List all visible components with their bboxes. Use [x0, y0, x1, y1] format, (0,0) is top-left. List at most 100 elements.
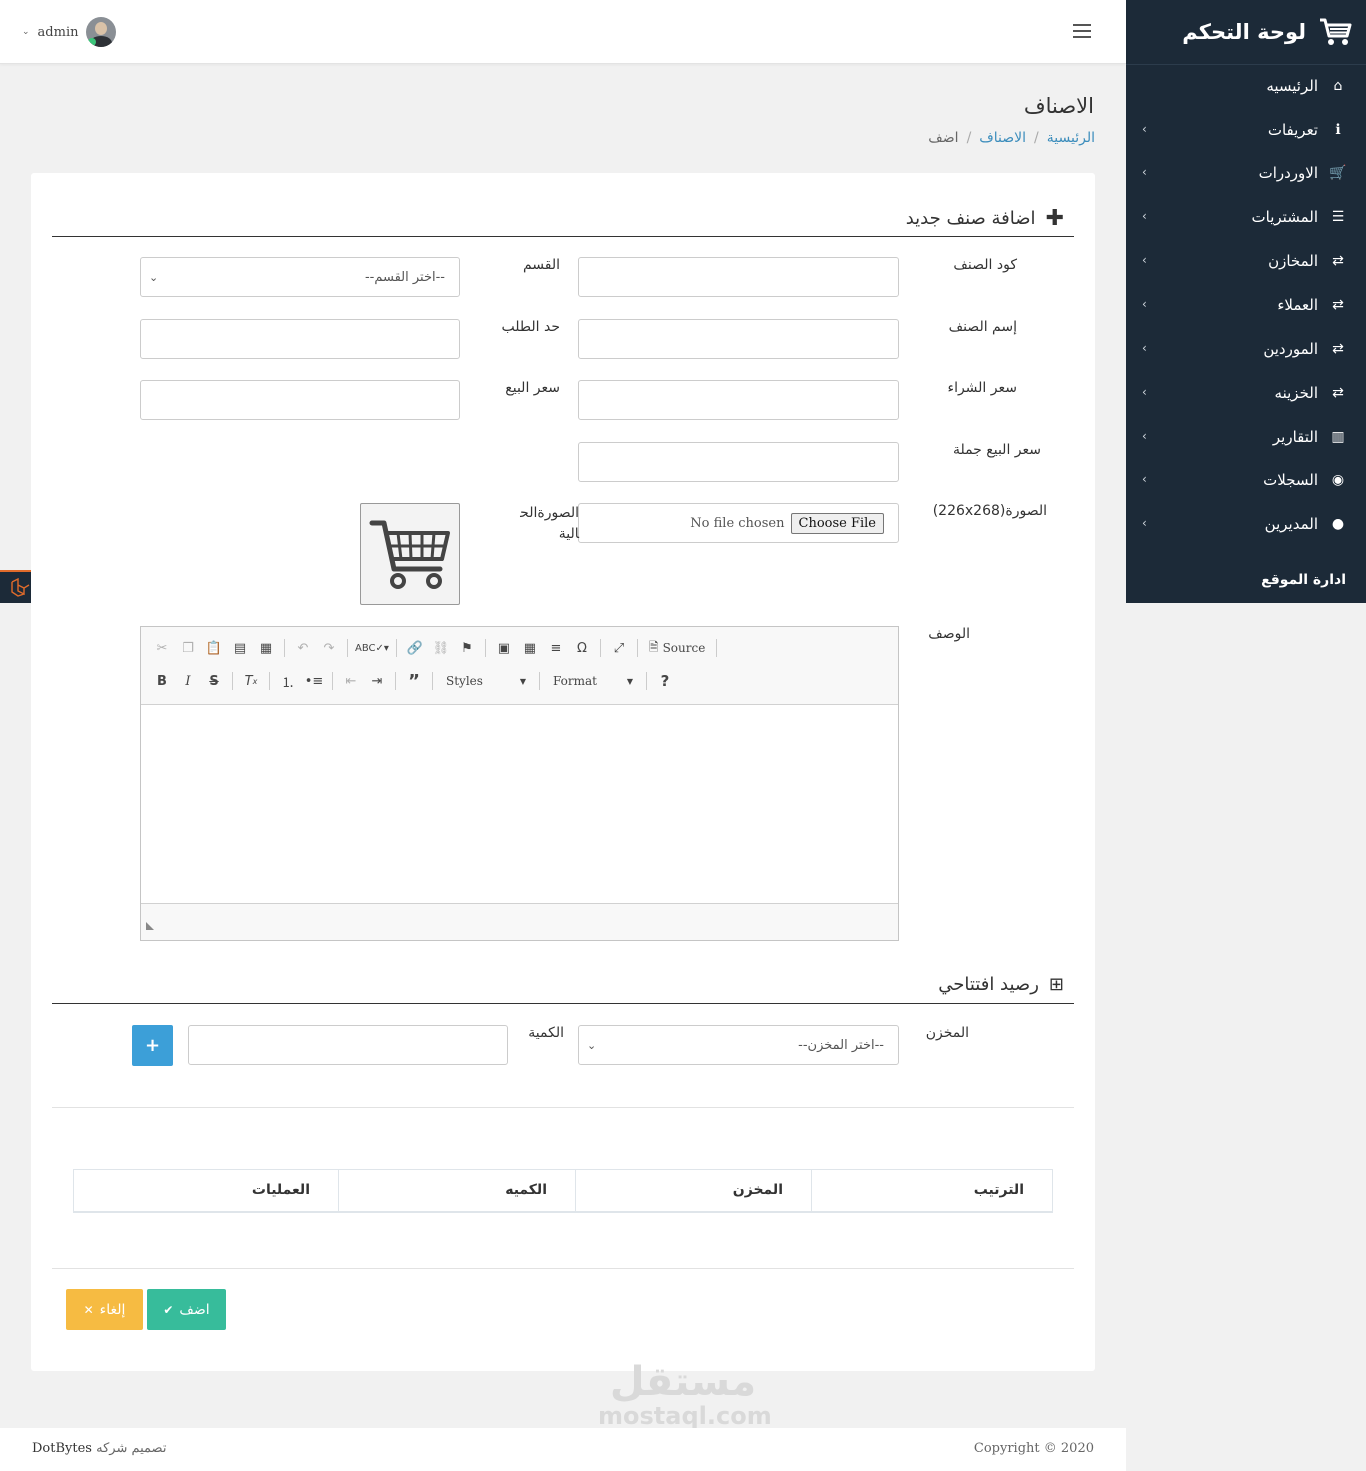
opening-balance-title: رصيد افتتاحي [938, 973, 1039, 995]
source-button[interactable]: 🗎 Source [645, 637, 709, 659]
sidebar-item-6[interactable]: الموردين ⇄ ‹ [1126, 329, 1366, 369]
help-icon[interactable]: ? [654, 670, 676, 692]
sidebar-item-8[interactable]: التقارير ▥ ‹ [1126, 417, 1366, 457]
menu-toggle-icon[interactable] [1073, 24, 1091, 38]
quantity-input[interactable] [188, 1025, 508, 1065]
add-opening-balance-button[interactable]: + [132, 1025, 173, 1066]
image-icon[interactable]: ▣ [493, 637, 515, 659]
special-char-icon[interactable]: Ω [571, 637, 593, 659]
breadcrumb: الرئيسية / الاصناف / اضف [928, 130, 1095, 146]
category-label: القسم [522, 257, 560, 273]
sidebar-item-7[interactable]: الخزينه ⇄ ‹ [1126, 373, 1366, 413]
footer-copyright: Copyright © 2020 [973, 1441, 1094, 1456]
editor-content-area[interactable] [141, 704, 898, 904]
sidebar-item-10[interactable]: المديرين ● ‹ [1126, 504, 1366, 544]
warehouse-select[interactable]: ⌄ --اختر المخزن-- [578, 1025, 899, 1065]
cut-icon[interactable]: ✂ [151, 637, 173, 659]
sidebar-item-3[interactable]: المشتريات ☰ ‹ [1126, 197, 1366, 237]
unlink-icon[interactable]: ⛓ [430, 637, 452, 659]
sidebar-item-2[interactable]: الاوردرات 🛒 ‹ [1126, 153, 1366, 193]
cancel-button[interactable]: إلغاء ✕ [66, 1289, 143, 1330]
italic-icon[interactable]: I [177, 670, 199, 692]
plus-square-icon: ⊞ [1048, 973, 1064, 995]
table-icon[interactable]: ▦ [519, 637, 541, 659]
remove-format-icon[interactable]: Tx [240, 670, 262, 692]
eye-icon: ◉ [1331, 472, 1345, 488]
sidebar-item-label: الخزينه [1274, 384, 1318, 402]
breadcrumb-section[interactable]: الاصناف [979, 130, 1026, 146]
styles-dropdown[interactable]: Styles ▼ [440, 670, 532, 692]
sidebar-item-label: العملاء [1277, 296, 1318, 314]
indent-icon[interactable]: ⇥ [366, 670, 388, 692]
sidebar-item-5[interactable]: العملاء ⇄ ‹ [1126, 285, 1366, 325]
strikethrough-icon[interactable]: S [203, 670, 225, 692]
copy-icon[interactable]: ❐ [177, 637, 199, 659]
blockquote-icon[interactable]: ” [403, 670, 425, 692]
order-limit-input[interactable] [140, 319, 460, 359]
footer-design-text: تصميم شركه [96, 1441, 167, 1456]
spellcheck-icon[interactable]: ABC✓▾ [355, 637, 389, 659]
link-icon[interactable]: 🔗 [404, 637, 426, 659]
chevron-left-icon: ‹ [1142, 297, 1147, 311]
submit-add-button[interactable]: اضف ✔ [147, 1289, 226, 1330]
format-dropdown[interactable]: Format ▼ [547, 670, 639, 692]
footer-company-link[interactable]: DotBytes [32, 1441, 92, 1456]
chevron-left-icon: ‹ [1142, 122, 1147, 136]
description-editor: ✂ ❐ 📋 ▤ ▦ ↶ ↷ ABC✓▾ 🔗 ⛓ ⚑ ▣ ▦ ≡ Ω ⤢ 🗎 So… [140, 626, 899, 941]
breadcrumb-current: اضف [928, 130, 959, 146]
choose-file-button[interactable]: Choose File [790, 512, 884, 534]
description-label: الوصف [928, 626, 970, 642]
submit-label: اضف [179, 1301, 210, 1318]
paste-text-icon[interactable]: ▤ [229, 637, 251, 659]
breadcrumb-home[interactable]: الرئيسية [1047, 130, 1095, 146]
footer-credit: تصميم شركه DotBytes [32, 1441, 166, 1456]
resize-handle-icon[interactable] [146, 922, 154, 930]
opening-balance-section-header: ⊞ رصيد افتتاحي [52, 965, 1074, 1004]
category-select[interactable]: ⌄ --اختر القسم-- [140, 257, 460, 297]
divider [52, 1268, 1074, 1269]
chevron-left-icon: ‹ [1142, 516, 1147, 530]
item-name-label: إسم الصنف [948, 319, 1017, 335]
sale-price-input[interactable] [140, 380, 460, 420]
caret-down-icon: ▼ [626, 676, 633, 686]
purchase-price-label: سعر الشراء [947, 380, 1017, 396]
anchor-flag-icon[interactable]: ⚑ [456, 637, 478, 659]
column-actions: العمليات [251, 1182, 310, 1199]
chevron-down-icon: ⌄ [22, 27, 30, 37]
sidebar-item-4[interactable]: المخازن ⇄ ‹ [1126, 241, 1366, 281]
sidebar-brand[interactable]: لوحة التحكم [1126, 0, 1366, 65]
sidebar-item-1[interactable]: تعريفات ℹ ‹ [1126, 110, 1366, 150]
section-title: اضافة صنف جديد [905, 208, 1036, 229]
warehouse-label: المخزن [925, 1025, 969, 1041]
paste-icon[interactable]: 📋 [203, 637, 225, 659]
sidebar-item-label: التقارير [1272, 428, 1318, 446]
horizontal-line-icon[interactable]: ≡ [545, 637, 567, 659]
numbered-list-icon[interactable]: ⒈ [277, 670, 299, 692]
paste-word-icon[interactable]: ▦ [255, 637, 277, 659]
item-code-input[interactable] [578, 257, 899, 297]
source-icon: 🗎 [648, 639, 659, 654]
image-file-input[interactable]: No file chosen Choose File [578, 503, 899, 543]
source-label: Source [662, 641, 706, 655]
wholesale-price-input[interactable] [578, 442, 899, 482]
chevron-left-icon: ‹ [1142, 429, 1147, 443]
add-item-card: ✚ اضافة صنف جديد كود الصنف القسم ⌄ --اخت… [31, 173, 1095, 1371]
purchase-price-input[interactable] [578, 380, 899, 420]
sidebar-footer-label: ادارة الموقع [1261, 572, 1346, 588]
sidebar-item-label: الاوردرات [1258, 164, 1318, 182]
undo-icon[interactable]: ↶ [292, 637, 314, 659]
redo-icon[interactable]: ↷ [318, 637, 340, 659]
sidebar-item-9[interactable]: السجلات ◉ ‹ [1126, 460, 1366, 500]
bold-icon[interactable]: B [151, 670, 173, 692]
chevron-left-icon: ‹ [1142, 385, 1147, 399]
bulleted-list-icon[interactable]: •≡ [303, 670, 325, 692]
sidebar-item-0[interactable]: الرئيسيه ⌂ [1126, 66, 1366, 106]
styles-label: Styles [446, 674, 483, 688]
item-name-input[interactable] [578, 319, 899, 359]
plus-icon: ✚ [1045, 206, 1064, 231]
maximize-icon[interactable]: ⤢ [608, 637, 630, 659]
outdent-icon[interactable]: ⇤ [340, 670, 362, 692]
user-menu[interactable]: ⌄ admin [22, 17, 117, 47]
page-title: الاصناف [1023, 94, 1094, 118]
wholesale-price-label: سعر البيع جملة [952, 442, 1041, 458]
